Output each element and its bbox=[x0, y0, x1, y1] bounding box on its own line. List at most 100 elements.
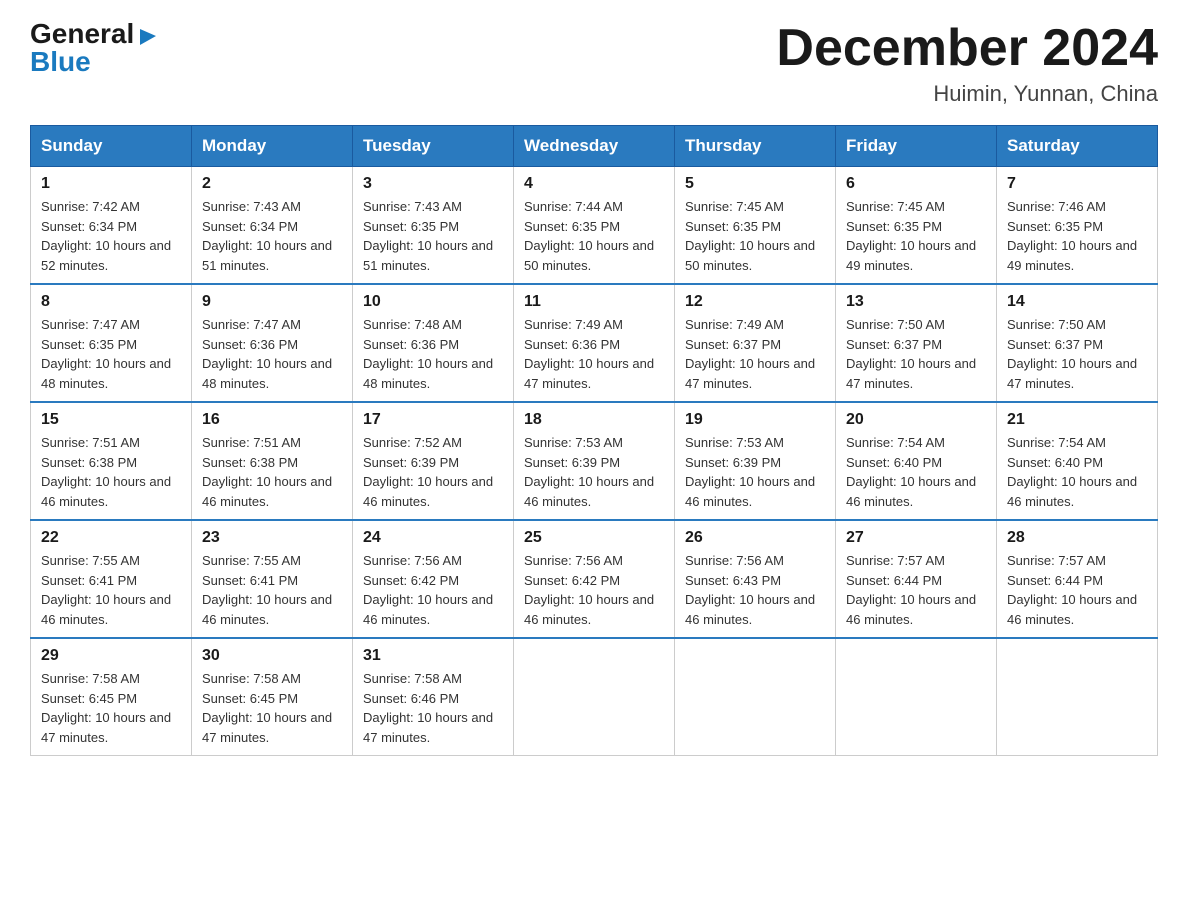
day-info: Sunrise: 7:47 AM Sunset: 6:36 PM Dayligh… bbox=[202, 315, 342, 393]
table-row bbox=[836, 638, 997, 756]
day-info: Sunrise: 7:49 AM Sunset: 6:36 PM Dayligh… bbox=[524, 315, 664, 393]
day-info: Sunrise: 7:58 AM Sunset: 6:45 PM Dayligh… bbox=[202, 669, 342, 747]
table-row: 6 Sunrise: 7:45 AM Sunset: 6:35 PM Dayli… bbox=[836, 167, 997, 285]
table-row: 29 Sunrise: 7:58 AM Sunset: 6:45 PM Dayl… bbox=[31, 638, 192, 756]
table-row: 26 Sunrise: 7:56 AM Sunset: 6:43 PM Dayl… bbox=[675, 520, 836, 638]
header-friday: Friday bbox=[836, 126, 997, 167]
weekday-header-row: Sunday Monday Tuesday Wednesday Thursday… bbox=[31, 126, 1158, 167]
table-row: 18 Sunrise: 7:53 AM Sunset: 6:39 PM Dayl… bbox=[514, 402, 675, 520]
day-number: 2 bbox=[202, 175, 342, 193]
day-info: Sunrise: 7:46 AM Sunset: 6:35 PM Dayligh… bbox=[1007, 197, 1147, 275]
day-info: Sunrise: 7:43 AM Sunset: 6:34 PM Dayligh… bbox=[202, 197, 342, 275]
day-info: Sunrise: 7:56 AM Sunset: 6:42 PM Dayligh… bbox=[363, 551, 503, 629]
header-tuesday: Tuesday bbox=[353, 126, 514, 167]
day-info: Sunrise: 7:55 AM Sunset: 6:41 PM Dayligh… bbox=[202, 551, 342, 629]
table-row: 7 Sunrise: 7:46 AM Sunset: 6:35 PM Dayli… bbox=[997, 167, 1158, 285]
day-number: 10 bbox=[363, 293, 503, 311]
day-number: 7 bbox=[1007, 175, 1147, 193]
table-row: 17 Sunrise: 7:52 AM Sunset: 6:39 PM Dayl… bbox=[353, 402, 514, 520]
day-info: Sunrise: 7:50 AM Sunset: 6:37 PM Dayligh… bbox=[846, 315, 986, 393]
table-row: 3 Sunrise: 7:43 AM Sunset: 6:35 PM Dayli… bbox=[353, 167, 514, 285]
day-info: Sunrise: 7:42 AM Sunset: 6:34 PM Dayligh… bbox=[41, 197, 181, 275]
day-info: Sunrise: 7:43 AM Sunset: 6:35 PM Dayligh… bbox=[363, 197, 503, 275]
table-row: 19 Sunrise: 7:53 AM Sunset: 6:39 PM Dayl… bbox=[675, 402, 836, 520]
table-row bbox=[675, 638, 836, 756]
table-row: 5 Sunrise: 7:45 AM Sunset: 6:35 PM Dayli… bbox=[675, 167, 836, 285]
header-monday: Monday bbox=[192, 126, 353, 167]
day-info: Sunrise: 7:50 AM Sunset: 6:37 PM Dayligh… bbox=[1007, 315, 1147, 393]
day-info: Sunrise: 7:52 AM Sunset: 6:39 PM Dayligh… bbox=[363, 433, 503, 511]
header-thursday: Thursday bbox=[675, 126, 836, 167]
day-number: 15 bbox=[41, 411, 181, 429]
table-row: 11 Sunrise: 7:49 AM Sunset: 6:36 PM Dayl… bbox=[514, 284, 675, 402]
title-block: December 2024 Huimin, Yunnan, China bbox=[776, 20, 1158, 107]
day-info: Sunrise: 7:51 AM Sunset: 6:38 PM Dayligh… bbox=[202, 433, 342, 511]
header-wednesday: Wednesday bbox=[514, 126, 675, 167]
day-info: Sunrise: 7:48 AM Sunset: 6:36 PM Dayligh… bbox=[363, 315, 503, 393]
table-row: 2 Sunrise: 7:43 AM Sunset: 6:34 PM Dayli… bbox=[192, 167, 353, 285]
logo-general-text: General bbox=[30, 20, 158, 48]
day-info: Sunrise: 7:47 AM Sunset: 6:35 PM Dayligh… bbox=[41, 315, 181, 393]
logo-triangle-icon bbox=[136, 25, 158, 47]
day-info: Sunrise: 7:53 AM Sunset: 6:39 PM Dayligh… bbox=[685, 433, 825, 511]
table-row: 12 Sunrise: 7:49 AM Sunset: 6:37 PM Dayl… bbox=[675, 284, 836, 402]
day-number: 13 bbox=[846, 293, 986, 311]
calendar-week-2: 8 Sunrise: 7:47 AM Sunset: 6:35 PM Dayli… bbox=[31, 284, 1158, 402]
day-info: Sunrise: 7:49 AM Sunset: 6:37 PM Dayligh… bbox=[685, 315, 825, 393]
day-number: 3 bbox=[363, 175, 503, 193]
day-info: Sunrise: 7:54 AM Sunset: 6:40 PM Dayligh… bbox=[1007, 433, 1147, 511]
day-info: Sunrise: 7:45 AM Sunset: 6:35 PM Dayligh… bbox=[685, 197, 825, 275]
day-number: 22 bbox=[41, 529, 181, 547]
day-info: Sunrise: 7:45 AM Sunset: 6:35 PM Dayligh… bbox=[846, 197, 986, 275]
day-info: Sunrise: 7:51 AM Sunset: 6:38 PM Dayligh… bbox=[41, 433, 181, 511]
table-row: 14 Sunrise: 7:50 AM Sunset: 6:37 PM Dayl… bbox=[997, 284, 1158, 402]
day-info: Sunrise: 7:55 AM Sunset: 6:41 PM Dayligh… bbox=[41, 551, 181, 629]
day-info: Sunrise: 7:58 AM Sunset: 6:46 PM Dayligh… bbox=[363, 669, 503, 747]
day-number: 19 bbox=[685, 411, 825, 429]
day-number: 9 bbox=[202, 293, 342, 311]
day-number: 23 bbox=[202, 529, 342, 547]
day-info: Sunrise: 7:54 AM Sunset: 6:40 PM Dayligh… bbox=[846, 433, 986, 511]
day-number: 4 bbox=[524, 175, 664, 193]
day-info: Sunrise: 7:58 AM Sunset: 6:45 PM Dayligh… bbox=[41, 669, 181, 747]
table-row: 27 Sunrise: 7:57 AM Sunset: 6:44 PM Dayl… bbox=[836, 520, 997, 638]
table-row: 20 Sunrise: 7:54 AM Sunset: 6:40 PM Dayl… bbox=[836, 402, 997, 520]
day-number: 5 bbox=[685, 175, 825, 193]
table-row: 4 Sunrise: 7:44 AM Sunset: 6:35 PM Dayli… bbox=[514, 167, 675, 285]
table-row: 9 Sunrise: 7:47 AM Sunset: 6:36 PM Dayli… bbox=[192, 284, 353, 402]
table-row: 23 Sunrise: 7:55 AM Sunset: 6:41 PM Dayl… bbox=[192, 520, 353, 638]
day-number: 16 bbox=[202, 411, 342, 429]
day-number: 8 bbox=[41, 293, 181, 311]
day-number: 17 bbox=[363, 411, 503, 429]
day-info: Sunrise: 7:57 AM Sunset: 6:44 PM Dayligh… bbox=[1007, 551, 1147, 629]
month-title: December 2024 bbox=[776, 20, 1158, 77]
logo: General Blue bbox=[30, 20, 158, 76]
table-row: 22 Sunrise: 7:55 AM Sunset: 6:41 PM Dayl… bbox=[31, 520, 192, 638]
table-row: 31 Sunrise: 7:58 AM Sunset: 6:46 PM Dayl… bbox=[353, 638, 514, 756]
day-number: 11 bbox=[524, 293, 664, 311]
calendar-table: Sunday Monday Tuesday Wednesday Thursday… bbox=[30, 125, 1158, 756]
day-info: Sunrise: 7:57 AM Sunset: 6:44 PM Dayligh… bbox=[846, 551, 986, 629]
calendar-week-5: 29 Sunrise: 7:58 AM Sunset: 6:45 PM Dayl… bbox=[31, 638, 1158, 756]
day-number: 29 bbox=[41, 647, 181, 665]
table-row: 24 Sunrise: 7:56 AM Sunset: 6:42 PM Dayl… bbox=[353, 520, 514, 638]
day-number: 21 bbox=[1007, 411, 1147, 429]
page-header: General Blue December 2024 Huimin, Yunna… bbox=[30, 20, 1158, 107]
day-info: Sunrise: 7:53 AM Sunset: 6:39 PM Dayligh… bbox=[524, 433, 664, 511]
day-number: 28 bbox=[1007, 529, 1147, 547]
table-row bbox=[997, 638, 1158, 756]
table-row: 10 Sunrise: 7:48 AM Sunset: 6:36 PM Dayl… bbox=[353, 284, 514, 402]
table-row: 21 Sunrise: 7:54 AM Sunset: 6:40 PM Dayl… bbox=[997, 402, 1158, 520]
calendar-week-1: 1 Sunrise: 7:42 AM Sunset: 6:34 PM Dayli… bbox=[31, 167, 1158, 285]
header-sunday: Sunday bbox=[31, 126, 192, 167]
day-number: 18 bbox=[524, 411, 664, 429]
table-row: 16 Sunrise: 7:51 AM Sunset: 6:38 PM Dayl… bbox=[192, 402, 353, 520]
day-number: 30 bbox=[202, 647, 342, 665]
day-number: 25 bbox=[524, 529, 664, 547]
day-info: Sunrise: 7:44 AM Sunset: 6:35 PM Dayligh… bbox=[524, 197, 664, 275]
day-number: 12 bbox=[685, 293, 825, 311]
calendar-week-3: 15 Sunrise: 7:51 AM Sunset: 6:38 PM Dayl… bbox=[31, 402, 1158, 520]
logo-blue-text: Blue bbox=[30, 46, 91, 77]
day-info: Sunrise: 7:56 AM Sunset: 6:42 PM Dayligh… bbox=[524, 551, 664, 629]
calendar-week-4: 22 Sunrise: 7:55 AM Sunset: 6:41 PM Dayl… bbox=[31, 520, 1158, 638]
